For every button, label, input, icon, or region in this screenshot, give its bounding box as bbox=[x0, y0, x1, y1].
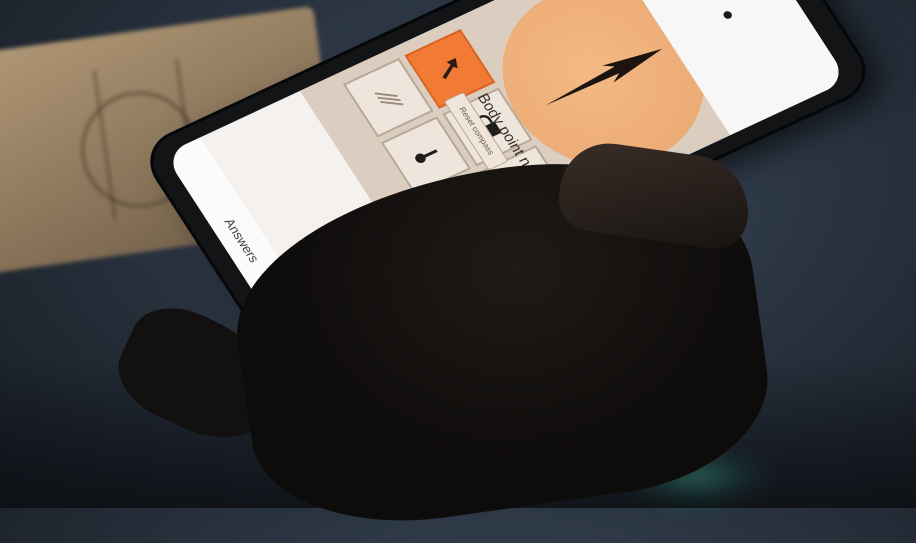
key-icon bbox=[415, 149, 438, 163]
answers-tab[interactable]: Answers bbox=[221, 216, 262, 265]
lines-icon bbox=[374, 92, 404, 106]
compass-arrow-icon bbox=[442, 58, 458, 80]
camera-icon bbox=[721, 9, 734, 21]
compass-needle-icon bbox=[545, 48, 663, 106]
